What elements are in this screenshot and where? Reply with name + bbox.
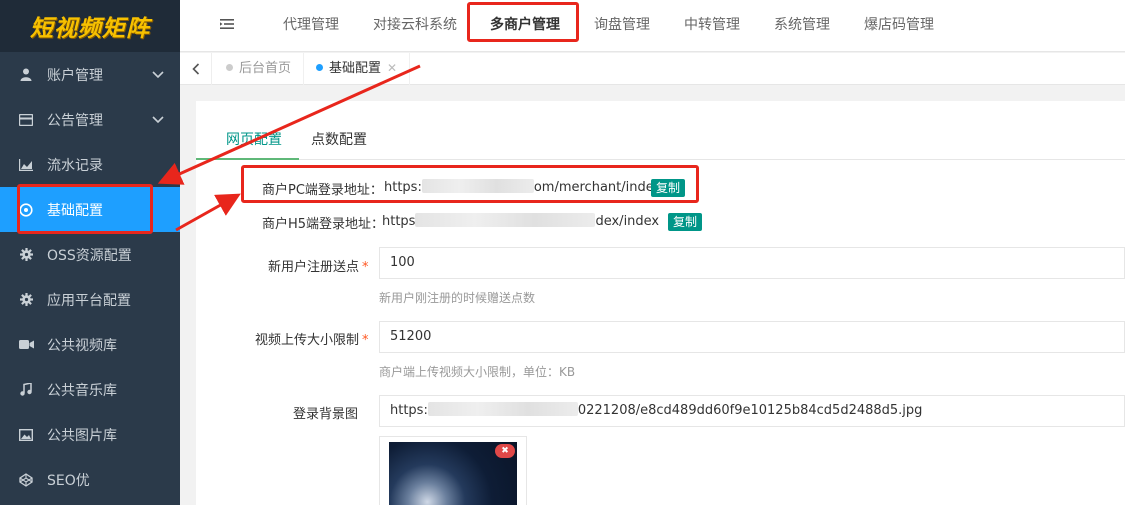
tab-label: 后台首页 (239, 61, 292, 76)
subtab-points-config[interactable]: 点数配置 (311, 125, 367, 160)
login-bg-thumbnail: ✖ (389, 442, 517, 505)
tab-status-dot (226, 64, 233, 71)
remove-image-button[interactable]: ✖ (495, 444, 515, 458)
field-label: 视频上传大小限制 (255, 333, 360, 348)
sidebar-item-label: 公共视频库 (47, 337, 117, 354)
config-card: 网页配置 点数配置 (196, 101, 1125, 505)
required-mark: * (362, 333, 369, 348)
tab-dashboard[interactable]: 后台首页 (214, 53, 305, 85)
login-bg-url-input[interactable]: https: 0221208/e8cd489dd60f9e10125b84cd5d… (379, 395, 1125, 427)
register-points-input[interactable]: 100 (379, 247, 1125, 279)
app-logo[interactable]: 短视频矩阵 (0, 0, 180, 52)
nav-inquiry-management[interactable]: 询盘管理 (594, 0, 650, 52)
page-tab-bar: 后台首页 基础配置 ✕ (180, 53, 1125, 85)
url-suffix: 0221208/e8cd489dd60f9e10125b84cd5d2488d5… (577, 403, 923, 418)
sidebar-item-label: OSS资源配置 (47, 247, 132, 264)
chart-area-icon (18, 157, 34, 173)
sidebar-item-label: 公告管理 (47, 112, 103, 129)
upload-limit-input[interactable]: 51200 (379, 321, 1125, 353)
gear-icon (18, 292, 34, 308)
sidebar-item-label: SEO优 (47, 472, 90, 489)
h5-login-label: 商户H5端登录地址： (262, 217, 385, 232)
sidebar-item-account[interactable]: 账户管理 (0, 52, 180, 97)
sidebar-item-announcement[interactable]: 公告管理 (0, 97, 180, 142)
sidebar-item-image-library[interactable]: 公共图片库 (0, 412, 180, 457)
user-icon (18, 67, 34, 83)
field-label: 新用户注册送点 (268, 260, 360, 275)
login-bg-label: 登录背景图 (293, 407, 359, 422)
login-bg-preview-box: ✖ (379, 436, 527, 505)
card-icon (18, 112, 34, 128)
video-camera-icon (18, 337, 34, 353)
h5-login-url: https dex/index (382, 213, 659, 229)
sidebar-item-oss-config[interactable]: OSS资源配置 (0, 232, 180, 277)
sidebar-item-label: 应用平台配置 (47, 292, 131, 309)
required-mark: * (362, 260, 369, 275)
tab-basic-config[interactable]: 基础配置 ✕ (304, 53, 411, 85)
copy-h5-url-button[interactable]: 复制 (668, 213, 703, 231)
image-icon (18, 427, 34, 443)
upload-limit-label: 视频上传大小限制 * (255, 329, 369, 348)
redacted-url-segment (415, 213, 596, 227)
app-logo-text: 短视频矩阵 (30, 16, 150, 42)
nav-system-management[interactable]: 系统管理 (774, 0, 830, 52)
music-note-icon (18, 382, 34, 398)
gear-icon (18, 247, 34, 263)
register-points-hint: 新用户刚注册的时候赠送点数 (379, 291, 536, 305)
chevron-down-icon (152, 112, 164, 128)
tab-label: 基础配置 (329, 61, 382, 76)
url-prefix: https (382, 214, 416, 229)
close-icon[interactable]: ✕ (387, 61, 397, 75)
chevron-left-icon (191, 63, 199, 75)
tab-scroll-left-button[interactable] (180, 53, 212, 85)
sidebar-item-label: 公共图片库 (47, 427, 117, 444)
sidebar-item-records[interactable]: 流水记录 (0, 142, 180, 187)
codepen-icon (18, 472, 34, 488)
top-nav: 代理管理 对接云科系统 多商户管理 询盘管理 中转管理 系统管理 爆店码管理 (180, 0, 1125, 52)
config-subtabs: 网页配置 点数配置 (196, 125, 1125, 160)
upload-limit-hint: 商户端上传视频大小限制，单位：KB (379, 365, 576, 379)
sidebar-item-app-platform[interactable]: 应用平台配置 (0, 277, 180, 322)
sidebar-item-label: 流水记录 (47, 157, 103, 174)
menu-toggle-icon[interactable] (220, 18, 234, 34)
sidebar-item-seo[interactable]: SEO优 (0, 457, 180, 502)
annotation-box-pc-url (241, 165, 699, 203)
chevron-down-icon (152, 67, 164, 83)
url-prefix: https: (390, 403, 428, 418)
sidebar-item-label: 公共音乐库 (47, 382, 117, 399)
annotation-box-basic-config (17, 184, 153, 234)
sidebar: 短视频矩阵 账户管理 公告管理 流水记录 基础配置 OSS资源配置 应用平台配置… (0, 0, 180, 505)
register-points-label: 新用户注册送点 * (268, 256, 369, 275)
url-suffix: dex/index (595, 214, 660, 229)
nav-agent-management[interactable]: 代理管理 (283, 0, 339, 52)
nav-yunke-system[interactable]: 对接云科系统 (373, 0, 457, 52)
sidebar-item-label: 账户管理 (47, 67, 103, 84)
nav-relay-management[interactable]: 中转管理 (684, 0, 740, 52)
subtab-web-config[interactable]: 网页配置 (196, 125, 299, 160)
annotation-box-multi-merchant (467, 2, 579, 42)
tab-status-dot (316, 64, 323, 71)
sidebar-item-video-library[interactable]: 公共视频库 (0, 322, 180, 367)
nav-shop-code-management[interactable]: 爆店码管理 (864, 0, 934, 52)
sidebar-item-music-library[interactable]: 公共音乐库 (0, 367, 180, 412)
redacted-url-segment (427, 402, 578, 416)
